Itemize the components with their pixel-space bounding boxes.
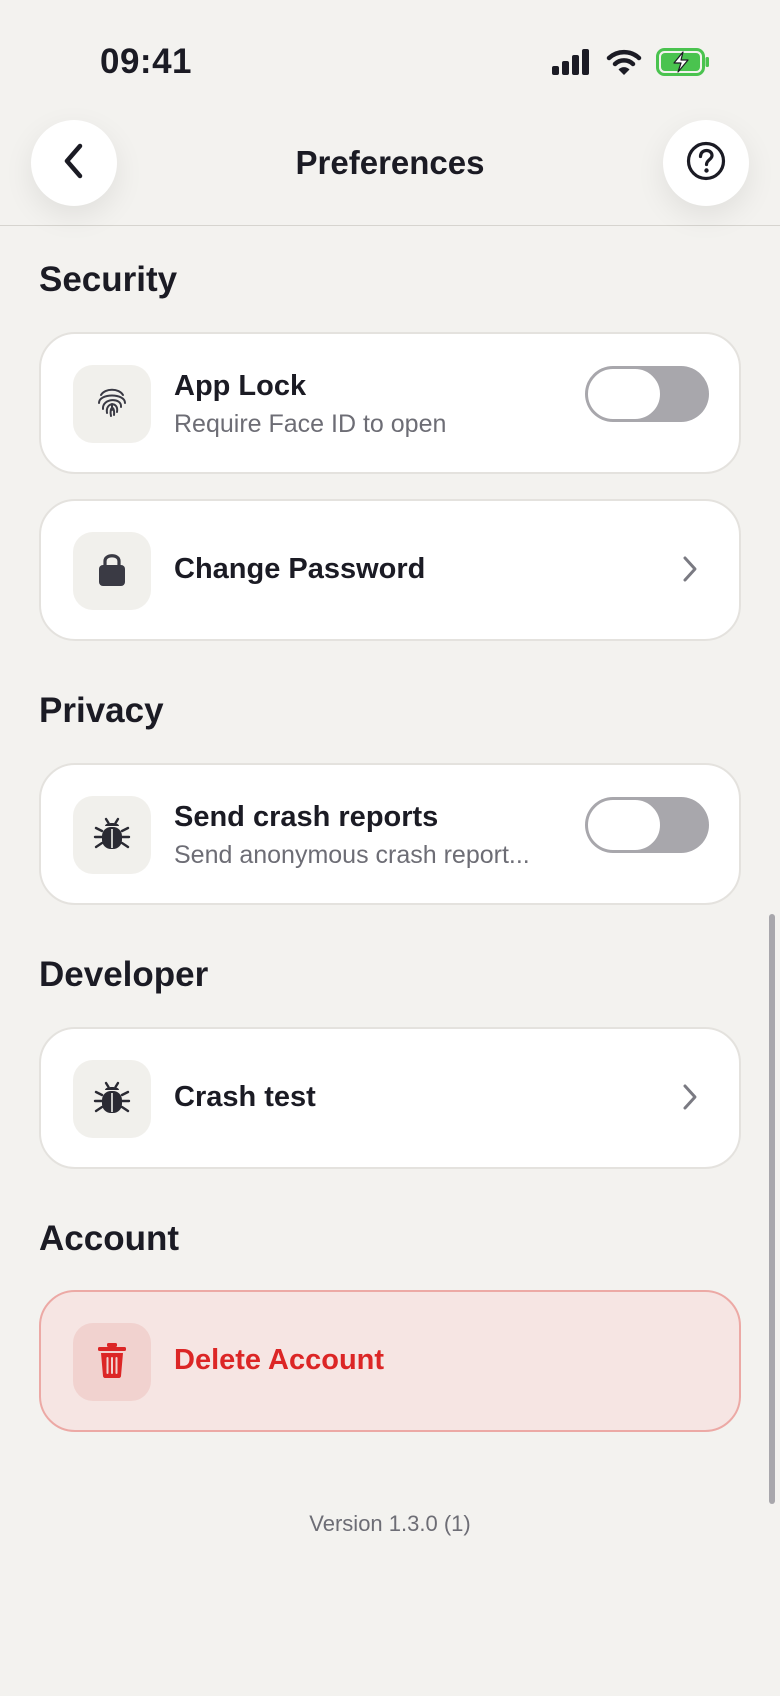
delete-account-title: Delete Account: [174, 1344, 385, 1376]
crash-reports-subtitle: Send anonymous crash report...: [174, 841, 530, 869]
section-title-privacy: Privacy: [39, 691, 164, 730]
header: Preferences: [0, 110, 780, 226]
delete-account-row[interactable]: Delete Account: [39, 1290, 741, 1432]
status-time: 09:41: [100, 42, 193, 81]
chevron-right-icon: [681, 1083, 699, 1116]
section-title-developer: Developer: [39, 955, 209, 994]
change-password-icon-tile: [73, 532, 151, 610]
status-bar: 09:41: [0, 0, 780, 110]
app-lock-icon-tile: [73, 365, 151, 443]
crash-reports-toggle[interactable]: [585, 797, 709, 853]
status-icons: [552, 48, 710, 81]
cellular-signal-icon: [552, 49, 592, 80]
crash-test-title: Crash test: [174, 1081, 316, 1113]
wifi-icon: [606, 48, 642, 81]
change-password-row[interactable]: Change Password: [39, 499, 741, 641]
bug-icon: [92, 813, 132, 858]
crash-test-row[interactable]: Crash test: [39, 1027, 741, 1169]
crash-test-icon-tile: [73, 1060, 151, 1138]
app-lock-row[interactable]: App Lock Require Face ID to open: [39, 332, 741, 474]
chevron-right-icon: [681, 555, 699, 588]
trash-icon: [95, 1341, 129, 1384]
lock-icon: [95, 550, 129, 593]
version-label: Version 1.3.0 (1): [309, 1511, 471, 1536]
app-lock-subtitle: Require Face ID to open: [174, 410, 447, 438]
delete-account-icon-tile: [73, 1323, 151, 1401]
help-button[interactable]: [663, 120, 749, 206]
toggle-knob: [586, 798, 662, 852]
app-lock-title: App Lock: [174, 370, 307, 402]
scrollbar[interactable]: [769, 914, 775, 1504]
crash-reports-icon-tile: [73, 796, 151, 874]
crash-reports-row[interactable]: Send crash reports Send anonymous crash …: [39, 763, 741, 905]
battery-charging-icon: [656, 48, 710, 81]
toggle-knob: [586, 367, 662, 421]
question-circle-icon: [685, 140, 727, 187]
change-password-title: Change Password: [174, 553, 426, 585]
crash-reports-title: Send crash reports: [174, 801, 439, 833]
bug-icon: [92, 1077, 132, 1122]
section-title-security: Security: [39, 260, 178, 299]
section-title-account: Account: [39, 1219, 179, 1258]
app-lock-toggle[interactable]: [585, 366, 709, 422]
fingerprint-icon: [92, 382, 132, 427]
